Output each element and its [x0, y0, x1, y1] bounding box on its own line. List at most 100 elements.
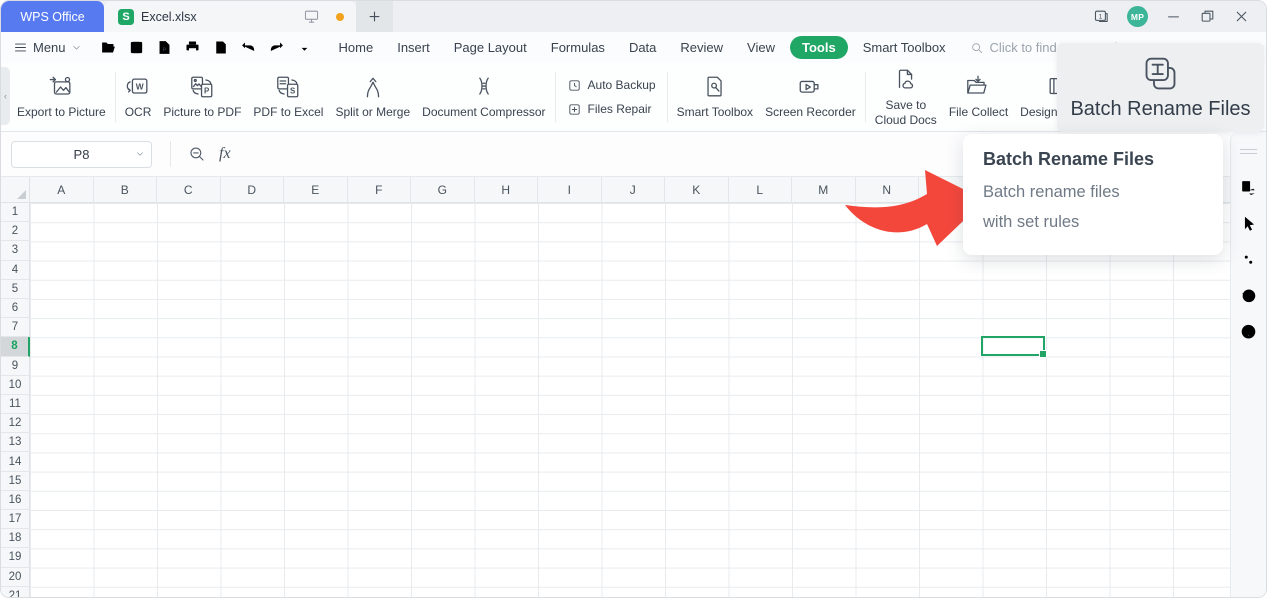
row-header-2[interactable]: 2 — [1, 222, 30, 241]
row-header-9[interactable]: 9 — [1, 357, 30, 376]
customize-toolbar-icon[interactable] — [296, 39, 313, 56]
select-all-corner[interactable] — [1, 177, 30, 203]
row-header-6[interactable]: 6 — [1, 299, 30, 318]
column-header-H[interactable]: H — [475, 177, 539, 203]
titlebar: WPS Office S Excel.xlsx 1 MP — [1, 1, 1266, 32]
ribbon-item-smart-toolbox[interactable]: Smart Toolbox — [671, 63, 759, 131]
ribbon-item-screen-recorder[interactable]: Screen Recorder — [759, 63, 862, 131]
ribbon-item-split-or-merge[interactable]: Split or Merge — [329, 63, 416, 131]
arrange-windows-icon[interactable] — [1239, 178, 1258, 197]
adjust-settings-icon[interactable] — [1239, 250, 1258, 269]
column-header-B[interactable]: B — [94, 177, 158, 203]
row-header-11[interactable]: 11 — [1, 395, 30, 414]
row-header-7[interactable]: 7 — [1, 318, 30, 337]
ribbon-item-label: Document Compressor — [422, 105, 545, 120]
ribbon-item-ocr[interactable]: WOCR — [119, 63, 158, 131]
new-tab-button[interactable] — [356, 1, 393, 32]
fx-button[interactable]: fx — [219, 145, 231, 163]
ocr-icon: W — [125, 74, 151, 100]
column-header-F[interactable]: F — [348, 177, 412, 203]
row-header-12[interactable]: 12 — [1, 414, 30, 433]
ribbon-stack-group: Auto Backup Files Repair — [559, 78, 664, 117]
row-header-15[interactable]: 15 — [1, 472, 30, 491]
tab-home[interactable]: Home — [327, 36, 386, 59]
ribbon-item-export-to-picture[interactable]: Export to Picture — [11, 63, 112, 131]
collapse-panel-handle[interactable]: ‹ — [1, 67, 10, 125]
row-header-1[interactable]: 1 — [1, 203, 30, 222]
ribbon-item-picture-to-pdf[interactable]: P Picture to PDF — [157, 63, 247, 131]
row-header-8[interactable]: 8 — [1, 337, 30, 356]
tab-smart-toolbox[interactable]: Smart Toolbox — [851, 36, 958, 59]
tab-view[interactable]: View — [735, 36, 787, 59]
ribbon-item-files-repair[interactable]: Files Repair — [567, 102, 656, 117]
undo-icon[interactable] — [240, 39, 257, 56]
column-header-A[interactable]: A — [30, 177, 94, 203]
tab-tools[interactable]: Tools — [790, 36, 848, 59]
column-header-G[interactable]: G — [411, 177, 475, 203]
ribbon-item-save-to-cloud-docs[interactable]: Save to Cloud Docs — [869, 63, 943, 131]
row-header-5[interactable]: 5 — [1, 280, 30, 299]
open-file-icon[interactable] — [100, 39, 117, 56]
cast-screen-icon[interactable] — [303, 8, 320, 25]
tab-review[interactable]: Review — [668, 36, 735, 59]
wps-home-tab[interactable]: WPS Office — [1, 1, 104, 32]
selected-cell-outline[interactable] — [981, 336, 1045, 356]
row-header-10[interactable]: 10 — [1, 376, 30, 395]
history-icon[interactable] — [1239, 286, 1258, 305]
cursor-select-icon[interactable] — [1239, 214, 1258, 233]
row-header-13[interactable]: 13 — [1, 433, 30, 452]
menu-button[interactable]: Menu — [13, 40, 82, 55]
ribbon-item-document-compressor[interactable]: Document Compressor — [416, 63, 551, 131]
column-header-C[interactable]: C — [157, 177, 221, 203]
tab-formulas[interactable]: Formulas — [539, 36, 617, 59]
row-header-19[interactable]: 19 — [1, 548, 30, 567]
row-header-21[interactable]: 21 — [1, 587, 30, 597]
ribbon-item-pdf-to-excel[interactable]: SPDF to Excel — [247, 63, 329, 131]
print-icon[interactable] — [184, 39, 201, 56]
row-header-20[interactable]: 20 — [1, 568, 30, 587]
minimize-icon[interactable] — [1165, 8, 1182, 25]
column-header-D[interactable]: D — [221, 177, 285, 203]
hamburger-icon — [13, 40, 28, 55]
row-header-17[interactable]: 17 — [1, 510, 30, 529]
save-icon[interactable] — [128, 39, 145, 56]
row-header-4[interactable]: 4 — [1, 261, 30, 280]
ribbon-item-label: Save to Cloud Docs — [875, 98, 937, 128]
ribbon-item-label: Smart Toolbox — [677, 105, 753, 120]
column-header-L[interactable]: L — [729, 177, 793, 203]
cells-area[interactable] — [30, 203, 1230, 597]
ribbon-group-separator — [115, 72, 116, 122]
split-merge-icon — [360, 74, 386, 100]
ribbon-item-label: Picture to PDF — [163, 105, 241, 120]
window-manage-icon[interactable]: 1 — [1093, 8, 1110, 25]
svg-text:P: P — [204, 86, 209, 95]
column-header-J[interactable]: J — [602, 177, 666, 203]
menu-label: Menu — [33, 40, 66, 55]
redo-icon[interactable] — [268, 39, 285, 56]
column-header-E[interactable]: E — [284, 177, 348, 203]
row-header-16[interactable]: 16 — [1, 491, 30, 510]
export-pdf-icon[interactable]: P — [156, 39, 173, 56]
ribbon-item-file-collect[interactable]: File Collect — [943, 63, 1014, 131]
batch-rename-files-button[interactable]: Batch Rename Files — [1057, 43, 1264, 132]
avatar[interactable]: MP — [1127, 6, 1148, 27]
tab-data[interactable]: Data — [617, 36, 668, 59]
row-header-18[interactable]: 18 — [1, 529, 30, 548]
ribbon-group-separator — [555, 72, 556, 122]
close-icon[interactable] — [1233, 8, 1250, 25]
help-icon[interactable] — [1239, 322, 1258, 341]
sidebar-drag-handle[interactable] — [1240, 149, 1257, 154]
tab-page-layout[interactable]: Page Layout — [442, 36, 539, 59]
row-header-14[interactable]: 14 — [1, 452, 30, 471]
zoom-out-icon[interactable] — [188, 145, 206, 163]
document-tab[interactable]: S Excel.xlsx — [104, 1, 356, 32]
cell-name-box[interactable]: P8 — [11, 141, 152, 168]
tab-insert[interactable]: Insert — [385, 36, 442, 59]
name-box-dropdown-icon[interactable] — [135, 149, 145, 159]
print-preview-icon[interactable] — [212, 39, 229, 56]
row-header-3[interactable]: 3 — [1, 241, 30, 260]
column-header-K[interactable]: K — [665, 177, 729, 203]
ribbon-item-auto-backup[interactable]: Auto Backup — [567, 78, 656, 93]
restore-icon[interactable] — [1199, 8, 1216, 25]
column-header-I[interactable]: I — [538, 177, 602, 203]
